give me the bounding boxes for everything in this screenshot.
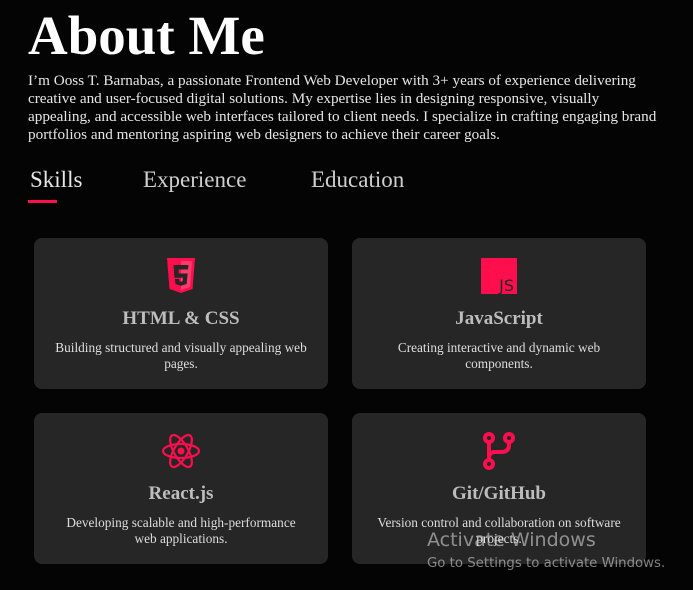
git-branch-icon — [479, 431, 519, 471]
skill-title: Git/GitHub — [452, 483, 546, 504]
tab-education[interactable]: Education — [311, 166, 404, 194]
skill-title: HTML & CSS — [122, 308, 240, 329]
skill-card-html-css[interactable]: HTML & CSS Building structured and visua… — [34, 238, 328, 389]
react-icon — [161, 431, 201, 471]
tab-bar: Skills Experience Education — [28, 166, 530, 206]
svg-text:JS: JS — [498, 276, 514, 295]
active-tab-indicator — [28, 200, 57, 203]
bio-paragraph: I’m Ooss T. Barnabas, a passionate Front… — [28, 72, 657, 143]
tab-experience[interactable]: Experience — [143, 166, 246, 194]
skill-description: Building structured and visually appeali… — [55, 340, 307, 371]
tab-skills[interactable]: Skills — [30, 166, 82, 194]
skill-description: Version control and collaboration on sof… — [377, 515, 621, 546]
skill-title: React.js — [148, 483, 214, 504]
skill-description: Developing scalable and high-performance… — [66, 515, 296, 546]
skill-card-git[interactable]: Git/GitHub Version control and collabora… — [352, 413, 646, 564]
skill-card-javascript[interactable]: JS JavaScript Creating interactive and d… — [352, 238, 646, 389]
about-page: About Me I’m Ooss T. Barnabas, a passion… — [0, 0, 693, 590]
javascript-icon: JS — [479, 256, 519, 296]
skill-title: JavaScript — [455, 308, 543, 329]
skill-description: Creating interactive and dynamic web com… — [397, 340, 601, 371]
skill-card-react[interactable]: React.js Developing scalable and high-pe… — [34, 413, 328, 564]
page-title: About Me — [28, 5, 265, 66]
html5-icon — [161, 256, 201, 296]
